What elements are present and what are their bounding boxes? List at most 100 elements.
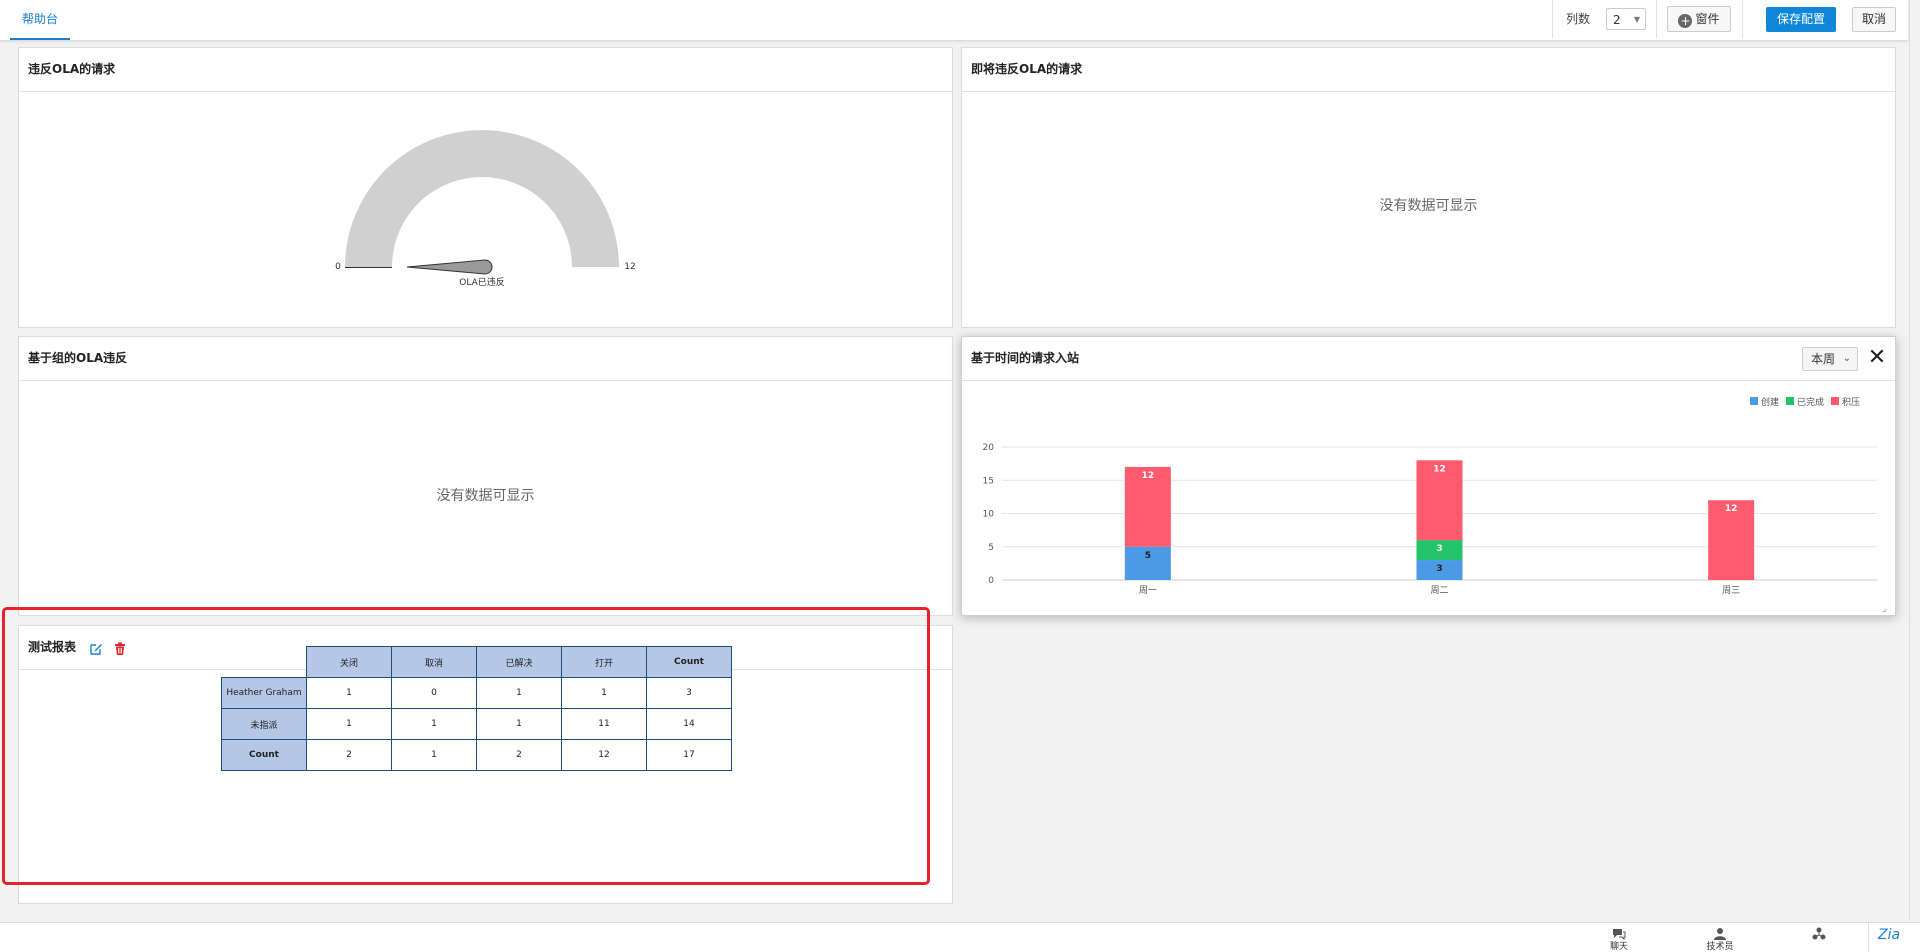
requests-bar-chart: 0 5 10 15 20 创建 已完成 积压 5 12 周一 3 3 12 周二 12 周三 ⌟ (983, 396, 1887, 614)
y-tick-label: 15 (983, 476, 994, 486)
top-toolbar: 帮助台 列数 2 ▼ + 窗件 保存配置 取消 (0, 0, 1908, 41)
data-label: 3 (1436, 544, 1442, 554)
period-select[interactable]: 本周 ⌄ (1802, 347, 1858, 371)
column-header: 取消 (391, 646, 477, 678)
columns-label: 列数 (1566, 12, 1591, 26)
legend-swatch (1831, 397, 1839, 405)
data-label: 12 (1142, 471, 1155, 481)
table-cell: 0 (391, 677, 477, 709)
y-tick-label: 20 (983, 443, 995, 453)
edit-icon[interactable] (89, 642, 103, 656)
close-icon[interactable]: ✕ (1865, 344, 1889, 372)
user-icon (1714, 928, 1726, 940)
toolbar-divider (1742, 0, 1743, 38)
legend-swatch (1750, 397, 1758, 405)
tab-helpdesk[interactable]: 帮助台 (10, 0, 71, 40)
panel-title: 基于组的OLA违反 (28, 351, 128, 365)
gauge-max-label: 12 (624, 262, 635, 272)
period-select-value: 本周 (1811, 352, 1836, 366)
y-tick-label: 10 (983, 510, 995, 520)
panel-title: 违反OLA的请求 (28, 62, 116, 76)
panel-header[interactable]: 违反OLA的请求 (19, 48, 952, 92)
caret-down-icon: ▼ (1633, 15, 1640, 24)
table-cell: 1 (476, 708, 562, 740)
column-header: 打开 (561, 646, 647, 678)
table-cell: 2 (306, 739, 392, 771)
table-cell: 17 (646, 739, 732, 771)
legend-label: 积压 (1842, 396, 1860, 408)
panel-title: 即将违反OLA的请求 (971, 62, 1083, 76)
panel-ola-violated: 违反OLA的请求 0 12 OLA已违反 (18, 47, 953, 328)
y-tick-label: 5 (988, 543, 994, 553)
x-tick-label: 周三 (1722, 585, 1740, 596)
column-header: 关闭 (306, 646, 392, 678)
table-cell: 3 (646, 677, 732, 709)
table-header-row: 关闭 取消 已解决 打开 Count (222, 646, 732, 678)
panel-title: 基于时间的请求入站 (971, 351, 1080, 365)
network-button[interactable] (1799, 923, 1839, 952)
panel-time-requests: 基于时间的请求入站 本周 ⌄ ✕ 0 5 10 15 20 创建 已完成 积压 5 12 周一 3 3 1… (961, 336, 1896, 616)
table-cell: 1 (391, 708, 477, 740)
gauge-label: OLA已违反 (459, 277, 504, 288)
data-label: 12 (1725, 504, 1738, 514)
toolbar-divider (1656, 0, 1657, 38)
row-header: Count (221, 739, 307, 771)
table-cell: 1 (306, 677, 392, 709)
data-label: 5 (1145, 551, 1151, 561)
columns-select[interactable]: 2 ▼ (1606, 8, 1646, 30)
zia-logo-icon: Zia (1878, 927, 1901, 943)
network-icon (1812, 927, 1826, 940)
plus-circle-icon: + (1678, 14, 1693, 28)
panel-title: 测试报表 (28, 640, 77, 654)
table-cell: 1 (476, 677, 562, 709)
bottom-status-bar: 聊天 技术员 Zia (0, 922, 1920, 952)
gauge-needle (406, 259, 493, 275)
toolbar-divider (1552, 0, 1553, 38)
data-label: 12 (1433, 464, 1446, 474)
save-config-button[interactable]: 保存配置 (1766, 7, 1836, 32)
panel-header[interactable]: 即将违反OLA的请求 (962, 48, 1895, 92)
panel-header[interactable]: 基于组的OLA违反 (19, 337, 952, 381)
panel-header[interactable]: 基于时间的请求入站 本周 ⌄ ✕ (962, 337, 1895, 381)
add-widget-label: 窗件 (1695, 12, 1720, 26)
columns-select-value: 2 (1613, 13, 1621, 27)
table-cell: 1 (306, 708, 392, 740)
chevron-down-icon: ⌄ (1842, 353, 1851, 364)
ola-gauge: 0 12 OLA已违反 (335, 130, 636, 288)
legend-label: 已完成 (1797, 396, 1824, 408)
table-cell: 1 (391, 739, 477, 771)
x-tick-label: 周一 (1139, 585, 1157, 596)
resize-handle-icon: ⌟ (1882, 604, 1886, 614)
gauge-track (345, 130, 619, 267)
table-cell: 14 (646, 708, 732, 740)
table-cell: 11 (561, 708, 647, 740)
legend-swatch (1786, 397, 1794, 405)
table-cell: 2 (476, 739, 562, 771)
table-row: Count 2 1 2 12 17 (221, 739, 732, 771)
y-tick-label: 0 (988, 576, 994, 586)
add-widget-button[interactable]: + 窗件 (1667, 6, 1731, 32)
report-table: 关闭 取消 已解决 打开 Count Heather Graham 1 0 1 … (221, 646, 732, 771)
technician-button[interactable]: 技术员 (1700, 923, 1740, 952)
trash-icon[interactable] (113, 642, 127, 656)
vertical-scrollbar[interactable] (1909, 0, 1920, 920)
chat-button[interactable]: 聊天 (1599, 923, 1639, 952)
table-corner (222, 647, 307, 678)
zia-button[interactable]: Zia (1872, 923, 1912, 952)
table-row: 未指派 1 1 1 11 14 (221, 708, 732, 740)
gauge-min-label: 0 (335, 262, 341, 272)
no-data-message: 没有数据可显示 (436, 488, 535, 504)
cancel-button[interactable]: 取消 (1852, 7, 1896, 32)
column-header: Count (646, 646, 732, 678)
legend-label: 创建 (1761, 396, 1779, 408)
table-cell: 1 (561, 677, 647, 709)
table-cell: 12 (561, 739, 647, 771)
row-header: Heather Graham (221, 677, 307, 709)
no-data-message: 没有数据可显示 (1379, 198, 1478, 214)
row-header: 未指派 (221, 708, 307, 740)
data-label: 3 (1436, 564, 1442, 574)
x-tick-label: 周二 (1430, 585, 1448, 596)
table-row: Heather Graham 1 0 1 1 3 (221, 677, 732, 709)
panel-test-report: 测试报表 关闭 取消 已解决 打开 Count Heather Graham 1… (18, 625, 953, 904)
panel-group-ola: 基于组的OLA违反 没有数据可显示 (18, 336, 953, 616)
